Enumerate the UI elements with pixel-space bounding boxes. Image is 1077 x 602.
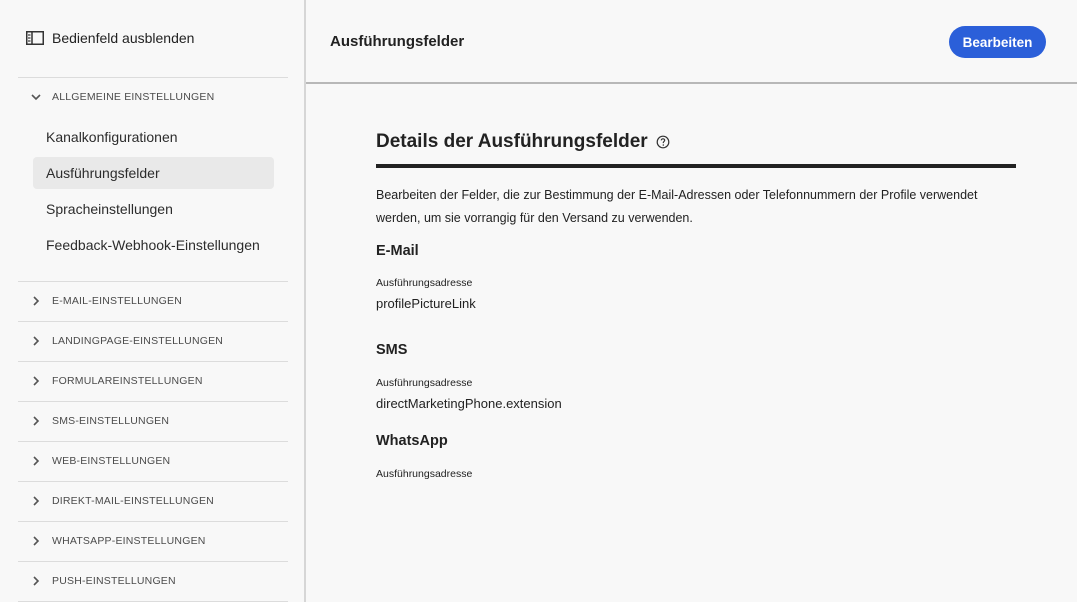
- chevron-right-icon: [33, 496, 40, 506]
- section-sms[interactable]: SMS-EINSTELLUNGEN: [30, 411, 169, 431]
- divider: [18, 481, 288, 482]
- section-landingpage[interactable]: LANDINGPAGE-EINSTELLUNGEN: [30, 331, 223, 351]
- sidebar-item-spracheinstellungen[interactable]: Spracheinstellungen: [33, 193, 274, 225]
- channel-title-sms: SMS: [376, 342, 408, 358]
- section-label: FORMULAREINSTELLUNGEN: [52, 375, 203, 387]
- sidebar-splitter[interactable]: [304, 0, 306, 602]
- section-push[interactable]: PUSH-EINSTELLUNGEN: [30, 571, 176, 591]
- chevron-right-icon: [33, 376, 40, 386]
- field-label: Ausführungsadresse: [376, 377, 473, 389]
- divider: [18, 441, 288, 442]
- sidebar-item-kanalkonfigurationen[interactable]: Kanalkonfigurationen: [33, 121, 274, 153]
- section-whatsapp[interactable]: WHATSAPP-EINSTELLUNGEN: [30, 531, 206, 551]
- channel-title-whatsapp: WhatsApp: [376, 433, 448, 449]
- section-label: WEB-EINSTELLUNGEN: [52, 455, 171, 467]
- panel-icon: [26, 31, 44, 45]
- hide-panel-label: Bedienfeld ausblenden: [52, 30, 195, 46]
- field-value-sms: directMarketingPhone.extension: [376, 396, 562, 411]
- section-email[interactable]: E-MAIL-EINSTELLUNGEN: [30, 291, 182, 311]
- chevron-right-icon: [33, 416, 40, 426]
- divider: [18, 561, 288, 562]
- section-label: SMS-EINSTELLUNGEN: [52, 415, 170, 427]
- section-label: ALLGEMEINE EINSTELLUNGEN: [52, 91, 215, 103]
- field-label: Ausführungsadresse: [376, 277, 473, 289]
- divider: [18, 321, 288, 322]
- section-label: LANDINGPAGE-EINSTELLUNGEN: [52, 335, 224, 347]
- field-label: Ausführungsadresse: [376, 468, 473, 480]
- section-label: PUSH-EINSTELLUNGEN: [52, 575, 176, 587]
- chevron-right-icon: [33, 576, 40, 586]
- chevron-right-icon: [33, 536, 40, 546]
- section-direkt-mail[interactable]: DIREKT-MAIL-EINSTELLUNGEN: [30, 491, 214, 511]
- channel-list: E-Mail Ausführungsadresse profilePicture…: [376, 0, 1016, 602]
- section-label: E-MAIL-EINSTELLUNGEN: [52, 295, 183, 307]
- section-general[interactable]: ALLGEMEINE EINSTELLUNGEN: [30, 87, 214, 107]
- section-label: DIREKT-MAIL-EINSTELLUNGEN: [52, 495, 214, 507]
- channel-title-email: E-Mail: [376, 243, 419, 259]
- sidebar-item-ausfuehrungsfelder[interactable]: Ausführungsfelder: [33, 157, 274, 189]
- divider: [18, 361, 288, 362]
- sidebar-item-feedback-webhook[interactable]: Feedback-Webhook-Einstellungen: [33, 229, 274, 261]
- hide-panel-button[interactable]: Bedienfeld ausblenden: [26, 28, 194, 48]
- divider: [18, 281, 288, 282]
- divider: [18, 401, 288, 402]
- chevron-right-icon: [33, 456, 40, 466]
- divider: [18, 521, 288, 522]
- section-formular[interactable]: FORMULAREINSTELLUNGEN: [30, 371, 203, 391]
- divider: [18, 77, 288, 78]
- chevron-right-icon: [33, 336, 40, 346]
- chevron-right-icon: [33, 296, 40, 306]
- section-label: WHATSAPP-EINSTELLUNGEN: [52, 535, 206, 547]
- section-web[interactable]: WEB-EINSTELLUNGEN: [30, 451, 170, 471]
- chevron-down-icon: [31, 94, 41, 101]
- sidebar: Bedienfeld ausblenden ALLGEMEINE EINSTEL…: [0, 0, 304, 602]
- field-value-email: profilePictureLink: [376, 296, 476, 311]
